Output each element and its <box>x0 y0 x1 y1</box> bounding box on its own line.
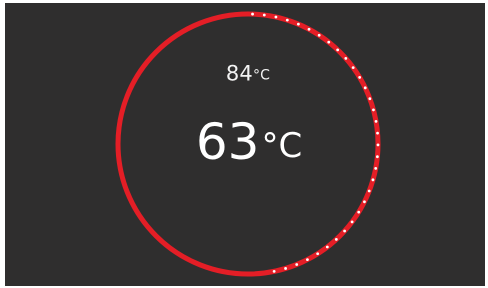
progress-tick <box>363 86 367 90</box>
progress-tick <box>374 120 378 123</box>
progress-tick <box>376 131 379 135</box>
progress-tick <box>327 40 331 44</box>
progress-tick <box>367 189 371 193</box>
progress-tick <box>372 108 375 112</box>
progress-tick <box>325 245 329 249</box>
progress-tick <box>284 267 287 270</box>
progress-tick <box>368 97 372 101</box>
current-temperature-value: 63 <box>195 113 260 171</box>
progress-tick <box>336 48 340 52</box>
progress-tick <box>285 18 289 22</box>
progress-tick <box>351 66 355 69</box>
progress-tick <box>306 258 309 262</box>
progress-tick <box>262 13 266 17</box>
target-temperature-unit: °C <box>252 67 271 84</box>
current-temperature: 63°C <box>196 117 302 167</box>
progress-tick <box>374 166 378 170</box>
progress-tick <box>375 155 379 159</box>
progress-tick <box>334 237 338 241</box>
progress-tick <box>316 252 320 256</box>
progress-tick <box>295 263 299 266</box>
target-temperature: 84°C <box>225 61 271 86</box>
progress-tick <box>274 15 278 19</box>
progress-tick <box>376 143 380 147</box>
progress-tick <box>251 12 254 16</box>
progress-tick <box>344 56 348 60</box>
progress-tick <box>307 27 311 31</box>
progress-tick <box>357 210 361 214</box>
current-temperature-unit: °C <box>261 126 303 166</box>
progress-tick <box>343 229 347 233</box>
target-temperature-value: 84 <box>225 61 253 86</box>
progress-tick <box>317 33 321 37</box>
progress-tick <box>371 178 375 182</box>
progress-tick <box>350 220 354 224</box>
progress-tick <box>363 200 366 204</box>
progress-tick <box>272 269 276 273</box>
progress-tick <box>358 76 362 79</box>
progress-tick <box>296 22 300 26</box>
